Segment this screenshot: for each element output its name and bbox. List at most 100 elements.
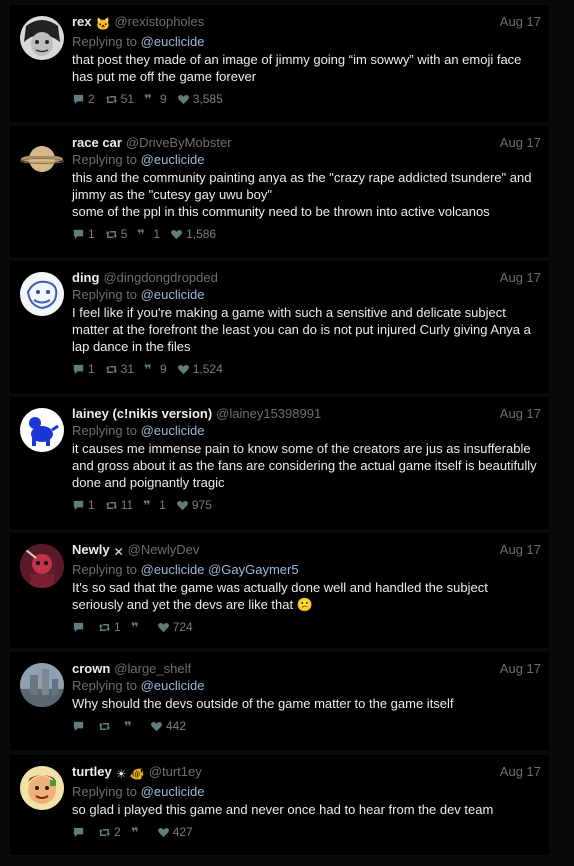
reply-text: this and the community painting anya as … <box>72 170 532 219</box>
display-name[interactable]: rex <box>72 14 92 29</box>
retweet-button[interactable]: 11 <box>105 498 133 512</box>
blue-sketch-avatar[interactable] <box>20 272 64 316</box>
retweet-button[interactable]: 31 <box>105 362 134 376</box>
mention-link[interactable]: @euclicide <box>141 784 205 799</box>
reply-button[interactable] <box>72 621 88 634</box>
reply-icon <box>72 363 88 376</box>
heart-icon <box>176 499 192 512</box>
retweet-icon <box>98 720 114 733</box>
retweet-button[interactable]: 1 <box>98 620 121 634</box>
mention-link[interactable]: @euclicide <box>141 152 205 167</box>
quote-button[interactable]: ❞ 9 <box>144 362 167 376</box>
svg-text:❞: ❞ <box>131 621 139 634</box>
mention-link[interactable]: @euclicide <box>141 423 205 438</box>
reply-button[interactable] <box>72 720 88 733</box>
display-name[interactable]: Newly <box>72 542 110 557</box>
retweet-button[interactable]: 51 <box>105 92 134 106</box>
heart-icon <box>150 720 166 733</box>
post-date[interactable]: Aug 17 <box>500 763 541 780</box>
user-handle[interactable]: @dingdongdropded <box>103 270 217 285</box>
reply-body: crown @large_shelf Aug 17 Replying to @eucl… <box>72 660 541 734</box>
city-photo-avatar[interactable] <box>20 663 64 707</box>
reply-icon <box>72 93 88 106</box>
mention-link[interactable]: @GayGaymer5 <box>208 562 299 577</box>
reply-card[interactable]: crown @large_shelf Aug 17 Replying to @eucl… <box>10 652 549 750</box>
post-date[interactable]: Aug 17 <box>500 134 541 151</box>
post-date[interactable]: Aug 17 <box>500 541 541 558</box>
reply-card[interactable]: ding @dingdongdropded Aug 17 Replying to @e… <box>10 261 549 393</box>
user-handle[interactable]: @large_shelf <box>114 661 191 676</box>
like-button[interactable]: 1,524 <box>177 362 223 376</box>
action-bar: 2 ❞ 427 <box>72 824 541 840</box>
post-date[interactable]: Aug 17 <box>500 405 541 422</box>
replying-to-label: Replying to <box>72 562 138 577</box>
like-button[interactable]: 427 <box>157 825 193 839</box>
quotes-count: 1 <box>159 498 166 512</box>
reply-icon <box>72 720 88 733</box>
user-handle[interactable]: @turt1ey <box>149 764 202 779</box>
retweet-button[interactable]: 5 <box>105 227 127 241</box>
display-name[interactable]: crown <box>72 661 110 676</box>
name-emoji: ☀ 🐠 <box>115 767 145 781</box>
reply-card[interactable]: race car @DriveByMobster Aug 17 Replying to… <box>10 126 549 257</box>
likes-count: 442 <box>166 719 187 733</box>
heart-icon <box>177 363 193 376</box>
reply-button[interactable]: 1 <box>72 498 95 512</box>
likes-count: 975 <box>191 498 212 512</box>
reply-body: race car @DriveByMobster Aug 17 Replying to… <box>72 134 541 242</box>
likes-count: 1,524 <box>192 362 223 376</box>
cartoon-face-avatar[interactable] <box>20 766 64 810</box>
post-date[interactable]: Aug 17 <box>500 13 541 30</box>
display-name[interactable]: turtley <box>72 764 112 779</box>
like-button[interactable]: 975 <box>176 498 212 512</box>
mention-link[interactable]: @euclicide <box>141 34 205 49</box>
likes-count: 427 <box>172 825 193 839</box>
blue-dog-avatar[interactable] <box>20 408 64 452</box>
post-date[interactable]: Aug 17 <box>500 269 541 286</box>
svg-text:❞: ❞ <box>143 499 151 512</box>
reply-card[interactable]: rex 🐱 @rexistopholes Aug 17 Replying to @euc… <box>10 5 549 122</box>
red-character-avatar[interactable] <box>20 544 64 588</box>
replying-to: Replying to @euclicide <box>72 422 541 439</box>
retweets-count: 1 <box>114 620 121 634</box>
reply-card[interactable]: lainey (c!nikis version) @lainey15398991 A… <box>10 397 549 529</box>
display-name[interactable]: race car <box>72 135 122 150</box>
reply-text: so glad i played this game and never onc… <box>72 802 494 817</box>
like-button[interactable]: 3,585 <box>177 92 223 106</box>
reply-body: Newly ✕ @NewlyDev Aug 17 Replying to @euclic… <box>72 541 541 635</box>
saturn-avatar[interactable] <box>20 137 64 181</box>
bw-face-avatar[interactable] <box>20 16 64 60</box>
reply-button[interactable]: 1 <box>72 227 95 241</box>
display-name[interactable]: ding <box>72 270 99 285</box>
like-button[interactable]: 442 <box>150 719 186 733</box>
mention-link[interactable]: @euclicide <box>141 287 205 302</box>
svg-text:❞: ❞ <box>137 228 145 241</box>
quote-button[interactable]: ❞ 1 <box>137 227 160 241</box>
reply-icon <box>72 228 88 241</box>
mention-link[interactable]: @euclicide <box>141 678 205 693</box>
user-handle[interactable]: @lainey15398991 <box>216 406 321 421</box>
mention-link[interactable]: @euclicide <box>141 562 205 577</box>
post-date[interactable]: Aug 17 <box>500 660 541 677</box>
quote-button[interactable]: ❞ 9 <box>144 92 167 106</box>
user-handle[interactable]: @NewlyDev <box>128 542 200 557</box>
quote-button[interactable]: ❞ 1 <box>143 498 166 512</box>
reply-icon <box>72 826 88 839</box>
quote-button[interactable]: ❞ <box>131 826 147 839</box>
quote-icon: ❞ <box>131 621 147 634</box>
quote-button[interactable]: ❞ <box>124 720 140 733</box>
like-button[interactable]: 724 <box>157 620 193 634</box>
reply-button[interactable]: 1 <box>72 362 95 376</box>
reply-card[interactable]: Newly ✕ @NewlyDev Aug 17 Replying to @euclic… <box>10 533 549 648</box>
quote-button[interactable]: ❞ <box>131 621 147 634</box>
user-handle[interactable]: @DriveByMobster <box>126 135 232 150</box>
reply-card[interactable]: turtley ☀ 🐠 @turt1ey Aug 17 Replying to @euc… <box>10 755 549 855</box>
retweet-button[interactable] <box>98 720 114 733</box>
reply-button[interactable]: 2 <box>72 92 95 106</box>
reply-button[interactable] <box>72 826 88 839</box>
user-handle[interactable]: @rexistopholes <box>114 14 204 29</box>
display-name[interactable]: lainey (c!nikis version) <box>72 406 212 421</box>
like-button[interactable]: 1,586 <box>170 227 216 241</box>
likes-count: 1,586 <box>186 227 217 241</box>
retweet-button[interactable]: 2 <box>98 825 121 839</box>
